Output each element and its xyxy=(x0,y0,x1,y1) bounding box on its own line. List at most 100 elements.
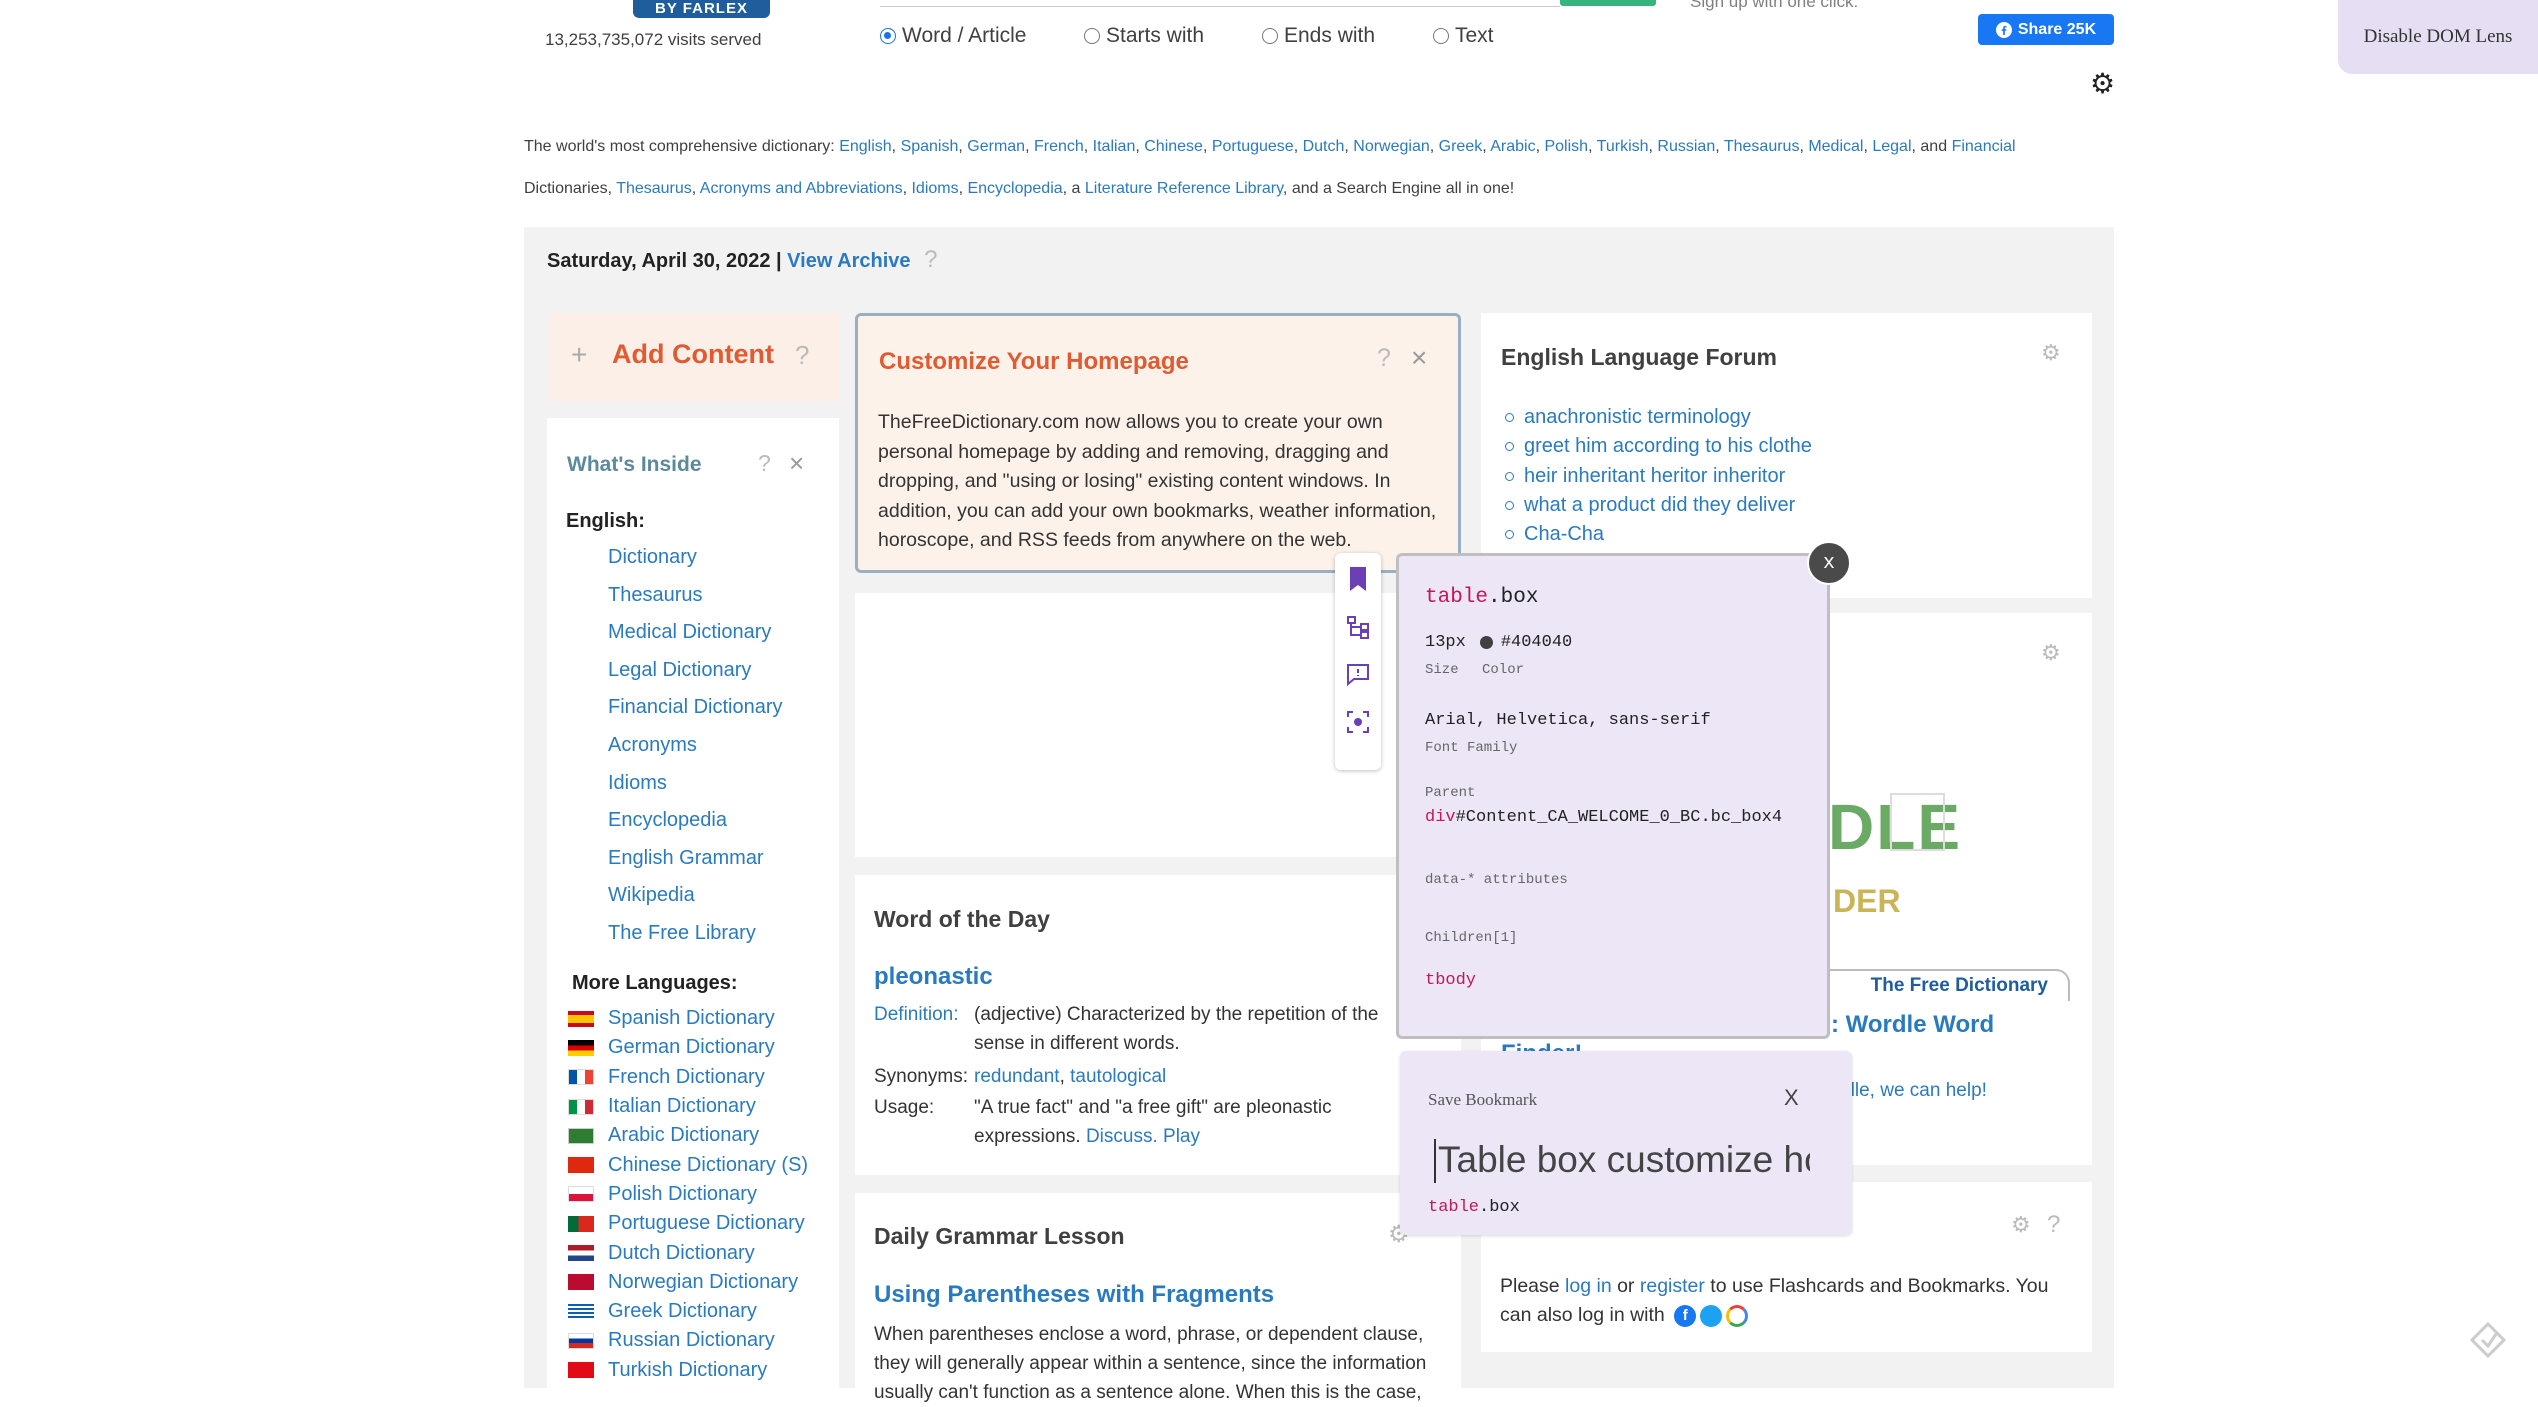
forum-topic-link[interactable]: heir inheritant heritor inheritor xyxy=(1505,462,1812,491)
link-polish[interactable]: Polish xyxy=(1544,138,1588,155)
view-archive-link[interactable]: View Archive xyxy=(787,250,910,272)
link-thesaurus[interactable]: Thesaurus xyxy=(1724,138,1800,155)
language-link[interactable]: Greek Dictionary xyxy=(608,1300,757,1323)
list-item[interactable]: The Free Library xyxy=(608,922,783,960)
radio-ends-with[interactable] xyxy=(1262,28,1278,44)
list-item[interactable]: English Grammar xyxy=(608,847,783,885)
language-link[interactable]: Arabic Dictionary xyxy=(608,1124,759,1147)
link-legal[interactable]: Legal xyxy=(1872,138,1911,155)
link-spanish[interactable]: Spanish xyxy=(901,138,959,155)
forum-topic-link[interactable]: greet him according to his clothe xyxy=(1505,432,1812,461)
link-turkish[interactable]: Turkish xyxy=(1597,138,1649,155)
list-item[interactable]: Legal Dictionary xyxy=(608,659,783,697)
tree-icon[interactable] xyxy=(1344,613,1372,641)
list-item[interactable]: French Dictionary xyxy=(568,1063,808,1092)
search-input[interactable] xyxy=(880,0,1560,7)
lens-corner-icon[interactable] xyxy=(2468,1320,2508,1360)
search-option-word[interactable]: Word / Article xyxy=(880,24,1026,48)
facebook-icon[interactable]: f xyxy=(1674,1304,1697,1327)
language-link[interactable]: Polish Dictionary xyxy=(608,1183,757,1206)
language-link[interactable]: Dutch Dictionary xyxy=(608,1242,755,1265)
search-option-starts[interactable]: Starts with xyxy=(1084,24,1204,48)
link-italian[interactable]: Italian xyxy=(1093,138,1136,155)
forum-topic-link[interactable]: anachronistic terminology xyxy=(1505,403,1812,432)
link-encyclopedia[interactable]: Encyclopedia xyxy=(967,180,1062,197)
list-item[interactable]: Thesaurus xyxy=(608,584,783,622)
list-item[interactable]: Turkish Dictionary xyxy=(568,1356,808,1385)
link-dutch[interactable]: Dutch xyxy=(1303,138,1345,155)
bookmark-close-icon[interactable]: X xyxy=(1784,1085,1799,1111)
language-link[interactable]: Russian Dictionary xyxy=(608,1329,775,1352)
link-medical[interactable]: Medical xyxy=(1808,138,1863,155)
list-item[interactable]: Dutch Dictionary xyxy=(568,1238,808,1267)
list-item[interactable]: Russian Dictionary xyxy=(568,1326,808,1355)
list-item[interactable]: Wikipedia xyxy=(608,884,783,922)
list-item[interactable]: Norwegian Dictionary xyxy=(568,1268,808,1297)
synonym-link[interactable]: redundant xyxy=(974,1066,1060,1087)
grammar-subtitle[interactable]: Using Parentheses with Fragments xyxy=(874,1281,1274,1309)
list-item[interactable]: Italian Dictionary xyxy=(568,1092,808,1121)
link-idioms[interactable]: Idioms xyxy=(911,180,958,197)
bookmark-name-input[interactable]: Table box customize ho xyxy=(1434,1139,1810,1183)
add-content-button[interactable]: Add Content xyxy=(612,339,774,370)
link-chinese[interactable]: Chinese xyxy=(1144,138,1203,155)
language-link[interactable]: Portuguese Dictionary xyxy=(608,1212,805,1235)
gear-icon[interactable]: ⚙ xyxy=(2041,340,2061,366)
language-link[interactable]: Spanish Dictionary xyxy=(608,1007,775,1030)
language-link[interactable]: Turkish Dictionary xyxy=(608,1359,767,1382)
focus-icon[interactable] xyxy=(1344,708,1372,736)
inspector-close-button[interactable]: x xyxy=(1807,541,1851,585)
list-item[interactable]: Dictionary xyxy=(608,546,783,584)
search-option-text[interactable]: Text xyxy=(1433,24,1494,48)
language-link[interactable]: Italian Dictionary xyxy=(608,1095,756,1118)
radio-text[interactable] xyxy=(1433,28,1449,44)
link-greek[interactable]: Greek xyxy=(1439,138,1483,155)
list-item[interactable]: German Dictionary xyxy=(568,1033,808,1062)
wordle-help-link[interactable]: rdle, we can help! xyxy=(1838,1080,1987,1102)
help-icon[interactable]: ? xyxy=(1377,344,1391,373)
gear-icon[interactable]: ⚙ xyxy=(2011,1212,2031,1238)
forum-topic-link[interactable]: Cha-Cha xyxy=(1505,520,1812,549)
settings-gear-icon[interactable]: ⚙ xyxy=(2090,70,2116,98)
radio-word-article[interactable] xyxy=(880,28,896,44)
list-item[interactable]: Arabic Dictionary xyxy=(568,1121,808,1150)
link-financial[interactable]: Financial xyxy=(1952,138,2016,155)
login-link[interactable]: log in xyxy=(1565,1275,1612,1297)
twitter-icon[interactable] xyxy=(1700,1304,1723,1327)
list-item[interactable]: Financial Dictionary xyxy=(608,696,783,734)
link-russian[interactable]: Russian xyxy=(1657,138,1715,155)
site-logo[interactable]: BY FARLEX xyxy=(633,0,770,18)
link-arabic[interactable]: Arabic xyxy=(1490,138,1535,155)
gear-icon[interactable]: ⚙ xyxy=(2041,640,2061,666)
forum-topic-link[interactable]: what a product did they deliver xyxy=(1505,491,1812,520)
register-link[interactable]: register xyxy=(1640,1275,1705,1297)
language-link[interactable]: Norwegian Dictionary xyxy=(608,1271,798,1294)
list-item[interactable]: Medical Dictionary xyxy=(608,621,783,659)
search-button[interactable] xyxy=(1560,0,1656,6)
list-item[interactable]: Chinese Dictionary (S) xyxy=(568,1150,808,1179)
close-icon[interactable]: × xyxy=(789,448,804,479)
google-icon[interactable] xyxy=(1726,1304,1749,1327)
play-link[interactable]: Play xyxy=(1163,1126,1200,1147)
help-icon[interactable]: ? xyxy=(2047,1211,2060,1239)
list-item[interactable]: Spanish Dictionary xyxy=(568,1004,808,1033)
wordle-headline[interactable]: : Wordle Word xyxy=(1831,1011,1994,1039)
link-literature[interactable]: Literature Reference Library xyxy=(1085,180,1283,197)
synonym-link[interactable]: tautological xyxy=(1070,1066,1166,1087)
language-link[interactable]: German Dictionary xyxy=(608,1036,775,1059)
link-german[interactable]: German xyxy=(967,138,1025,155)
word-of-day-word[interactable]: pleonastic xyxy=(874,963,993,991)
help-icon[interactable]: ? xyxy=(924,246,937,273)
link-portuguese[interactable]: Portuguese xyxy=(1212,138,1294,155)
list-item[interactable]: Polish Dictionary xyxy=(568,1180,808,1209)
language-link[interactable]: French Dictionary xyxy=(608,1066,765,1089)
radio-starts-with[interactable] xyxy=(1084,28,1100,44)
search-option-ends[interactable]: Ends with xyxy=(1262,24,1375,48)
link-english[interactable]: English xyxy=(839,138,891,155)
close-icon[interactable]: × xyxy=(1411,342,1427,374)
list-item[interactable]: Portuguese Dictionary xyxy=(568,1209,808,1238)
list-item[interactable]: Acronyms xyxy=(608,734,783,772)
help-icon[interactable]: ? xyxy=(758,450,771,477)
language-link[interactable]: Chinese Dictionary (S) xyxy=(608,1154,808,1177)
link-thesaurus-2[interactable]: Thesaurus xyxy=(616,180,692,197)
